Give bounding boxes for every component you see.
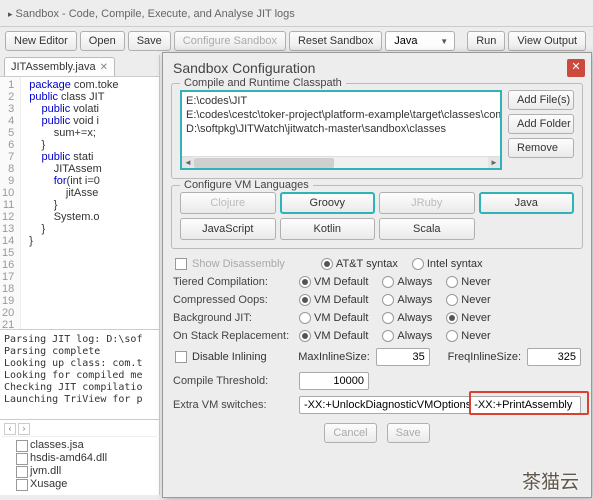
reset-sandbox-button[interactable]: Reset Sandbox (289, 31, 382, 51)
osr-never-radio[interactable]: Never (446, 330, 490, 342)
open-button[interactable]: Open (80, 31, 125, 51)
window-title: Sandbox - Code, Compile, Execute, and An… (0, 0, 593, 27)
bgjit-always-radio[interactable]: Always (382, 312, 432, 324)
add-files-button[interactable]: Add File(s) (508, 90, 574, 110)
bgjit-label: Background JIT: (173, 312, 293, 324)
lang-javascript-button[interactable]: JavaScript (180, 218, 276, 240)
scroll-right-icon[interactable]: ► (488, 157, 500, 169)
sandbox-config-dialog: Sandbox Configuration ✕ Compile and Runt… (162, 52, 592, 498)
tree-item[interactable]: hsdis-amd64.dll (2, 452, 157, 465)
freqinline-input[interactable] (527, 348, 581, 366)
compressed-never-radio[interactable]: Never (446, 294, 490, 306)
att-syntax-radio[interactable]: AT&T syntax (321, 258, 398, 270)
osr-always-radio[interactable]: Always (382, 330, 432, 342)
lang-groovy-button[interactable]: Groovy (280, 192, 376, 214)
tree-item[interactable]: jvm.dll (2, 465, 157, 478)
line-gutter: 1 2 3 4 5 6 7 8 9 10 11 12 13 14 15 16 1… (0, 77, 21, 329)
disable-inlining-checkbox[interactable] (175, 351, 187, 363)
classpath-item[interactable]: E:\codes\cestc\toker-project\platform-ex… (184, 108, 498, 122)
compile-threshold-label: Compile Threshold: (173, 375, 293, 387)
add-folder-button[interactable]: Add Folder (508, 114, 574, 134)
extra-vm-input[interactable] (299, 396, 581, 414)
dialog-cancel-button[interactable]: Cancel (324, 423, 376, 443)
file-tree: ‹ › classes.jsahsdis-amd64.dlljvm.dllXus… (0, 419, 159, 493)
tiered-label: Tiered Compilation: (173, 276, 293, 288)
configure-sandbox-button[interactable]: Configure Sandbox (174, 31, 286, 51)
lang-jruby-button[interactable]: JRuby (379, 192, 475, 214)
osr-label: On Stack Replacement: (173, 330, 293, 342)
dialog-title: Sandbox Configuration (173, 60, 315, 76)
classpath-list[interactable]: E:\codes\JITE:\codes\cestc\toker-project… (180, 90, 502, 170)
tree-item[interactable]: Xusage (2, 478, 157, 491)
dialog-close-button[interactable]: ✕ (567, 59, 585, 77)
show-disassembly-checkbox[interactable] (175, 258, 187, 270)
classpath-scrollbar[interactable]: ◄ ► (182, 156, 500, 168)
run-button[interactable]: Run (467, 31, 505, 51)
tree-collapse-button[interactable]: ‹ (4, 423, 16, 435)
new-editor-button[interactable]: New Editor (5, 31, 77, 51)
save-button[interactable]: Save (128, 31, 171, 51)
tree-item[interactable]: classes.jsa (2, 439, 157, 452)
maxinline-label: MaxInlineSize: (298, 351, 370, 363)
main-toolbar: New Editor Open Save Configure Sandbox R… (0, 27, 593, 55)
tab-jitassembly[interactable]: JITAssembly.java ✕ (4, 57, 115, 76)
close-icon[interactable]: ✕ (100, 62, 108, 73)
scroll-thumb[interactable] (194, 158, 334, 168)
classpath-section: Compile and Runtime Classpath E:\codes\J… (171, 83, 583, 179)
freqinline-label: FreqInlineSize: (448, 351, 521, 363)
log-output: Parsing JIT log: D:\sof Parsing complete… (0, 329, 159, 419)
view-output-button[interactable]: View Output (508, 31, 586, 51)
maxinline-input[interactable] (376, 348, 430, 366)
tiered-always-radio[interactable]: Always (382, 276, 432, 288)
language-select[interactable]: Java (385, 31, 455, 51)
intel-syntax-radio[interactable]: Intel syntax (412, 258, 483, 270)
osr-vmdefault-radio[interactable]: VM Default (299, 330, 368, 342)
compile-threshold-input[interactable] (299, 372, 369, 390)
lang-scala-button[interactable]: Scala (379, 218, 475, 240)
lang-kotlin-button[interactable]: Kotlin (280, 218, 376, 240)
code-editor[interactable]: 1 2 3 4 5 6 7 8 9 10 11 12 13 14 15 16 1… (0, 77, 159, 329)
vm-languages-legend: Configure VM Languages (180, 179, 313, 191)
compressed-label: Compressed Oops: (173, 294, 293, 306)
tiered-never-radio[interactable]: Never (446, 276, 490, 288)
tab-label: JITAssembly.java (11, 61, 96, 73)
code-body[interactable]: package com.tokepublic class JIT public … (21, 77, 118, 329)
editor-pane: JITAssembly.java ✕ 1 2 3 4 5 6 7 8 9 10 … (0, 55, 160, 495)
classpath-legend: Compile and Runtime Classpath (180, 77, 346, 89)
show-disassembly-label: Show Disassembly (192, 258, 285, 270)
tab-bar: JITAssembly.java ✕ (0, 55, 159, 77)
disable-inlining-label: Disable Inlining (192, 351, 267, 363)
extra-vm-label: Extra VM switches: (173, 399, 293, 411)
compressed-always-radio[interactable]: Always (382, 294, 432, 306)
bgjit-never-radio[interactable]: Never (446, 312, 490, 324)
scroll-left-icon[interactable]: ◄ (182, 157, 194, 169)
classpath-item[interactable]: D:\softpkg\JITWatch\jitwatch-master\sand… (184, 122, 498, 136)
dialog-save-button[interactable]: Save (387, 423, 430, 443)
classpath-item[interactable]: E:\codes\JIT (184, 94, 498, 108)
tree-expand-button[interactable]: › (18, 423, 30, 435)
lang-java-button[interactable]: Java (479, 192, 575, 214)
bgjit-vmdefault-radio[interactable]: VM Default (299, 312, 368, 324)
lang-clojure-button[interactable]: Clojure (180, 192, 276, 214)
vm-languages-section: Configure VM Languages ClojureGroovyJRub… (171, 185, 583, 249)
compressed-vmdefault-radio[interactable]: VM Default (299, 294, 368, 306)
tiered-vmdefault-radio[interactable]: VM Default (299, 276, 368, 288)
remove-button[interactable]: Remove (508, 138, 574, 158)
